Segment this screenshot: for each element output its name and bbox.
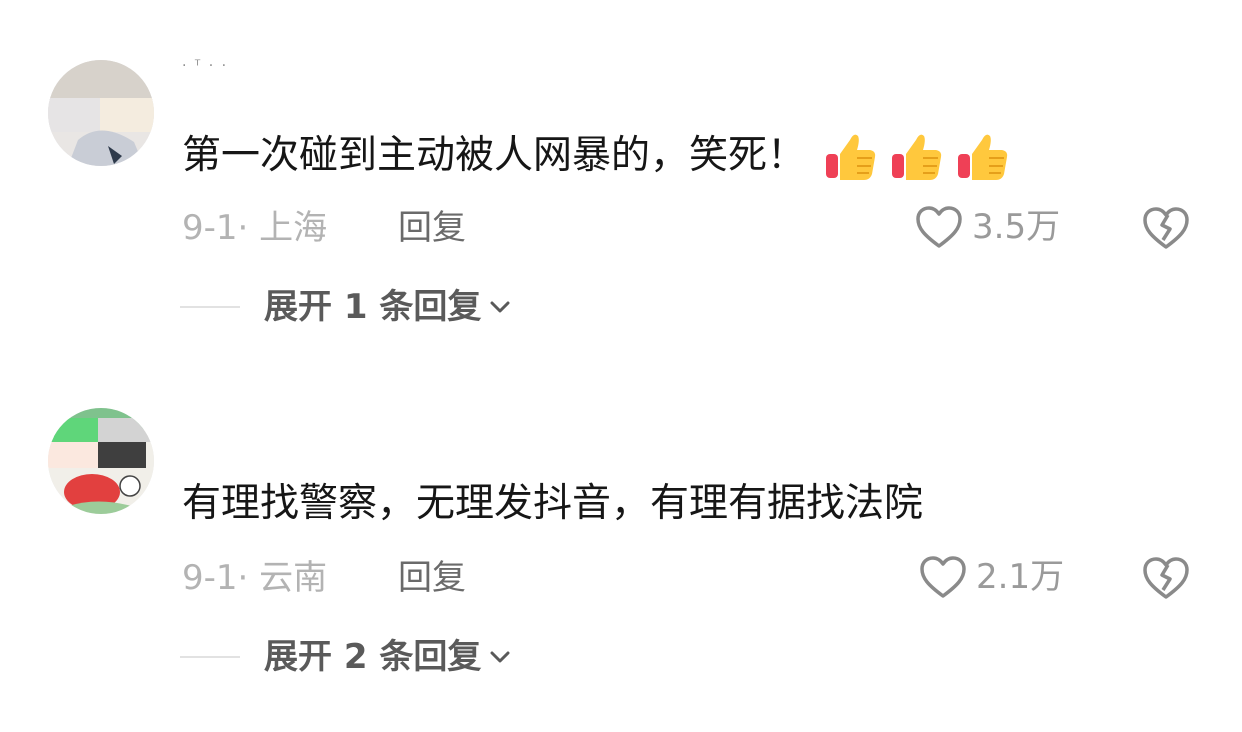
- expand-replies-button[interactable]: 展开 2 条回复: [180, 635, 513, 679]
- comment-location: 云南: [259, 558, 328, 598]
- like-count: 3.5万: [972, 207, 1061, 247]
- dislike-broken-heart-icon[interactable]: [1141, 554, 1191, 602]
- avatar-image: [48, 60, 154, 166]
- comment-date: 9-1: [182, 208, 238, 248]
- expand-replies-label: 展开 2 条回复: [264, 637, 482, 677]
- thumbs-up-icon: [826, 134, 876, 180]
- comment-date: 9-1: [182, 558, 238, 598]
- chevron-down-icon: [490, 651, 510, 663]
- comment-body: 有理找警察，无理发抖音，有理有据找法院: [182, 481, 924, 526]
- expand-divider-line: [180, 306, 240, 308]
- expand-replies-button[interactable]: 展开 1 条回复: [180, 285, 513, 329]
- avatar[interactable]: [48, 408, 154, 514]
- dislike-broken-heart-icon[interactable]: [1141, 204, 1191, 252]
- expand-replies-label: 展开 1 条回复: [264, 287, 482, 327]
- username[interactable]: · ᵀ · ·: [182, 58, 228, 74]
- reply-button[interactable]: 回复: [398, 556, 466, 600]
- comment-text: 第一次碰到主动被人网暴的，笑死！: [182, 128, 1012, 184]
- emoji-row: [824, 128, 1012, 184]
- reply-button[interactable]: 回复: [398, 206, 466, 250]
- like-count: 2.1万: [976, 557, 1065, 597]
- expand-divider-line: [180, 656, 240, 658]
- comment-location: 上海: [259, 208, 328, 248]
- meta-separator: ·: [237, 558, 260, 598]
- chevron-down-icon: [490, 301, 510, 313]
- thumbs-up-icon: [958, 134, 1008, 180]
- avatar-image: [48, 408, 154, 514]
- avatar[interactable]: [48, 60, 154, 166]
- comment-text: 有理找警察，无理发抖音，有理有据找法院: [182, 478, 923, 530]
- heart-icon: [920, 556, 966, 598]
- heart-icon: [916, 206, 962, 248]
- comment-body: 第一次碰到主动被人网暴的，笑死！: [182, 133, 807, 178]
- comment-meta: 9-1· 云南: [182, 556, 327, 600]
- meta-separator: ·: [237, 208, 260, 248]
- thumbs-up-icon: [892, 134, 942, 180]
- comment-meta: 9-1· 上海: [182, 206, 327, 250]
- like-button[interactable]: 2.1万: [918, 554, 1064, 600]
- like-button[interactable]: 3.5万: [914, 204, 1060, 250]
